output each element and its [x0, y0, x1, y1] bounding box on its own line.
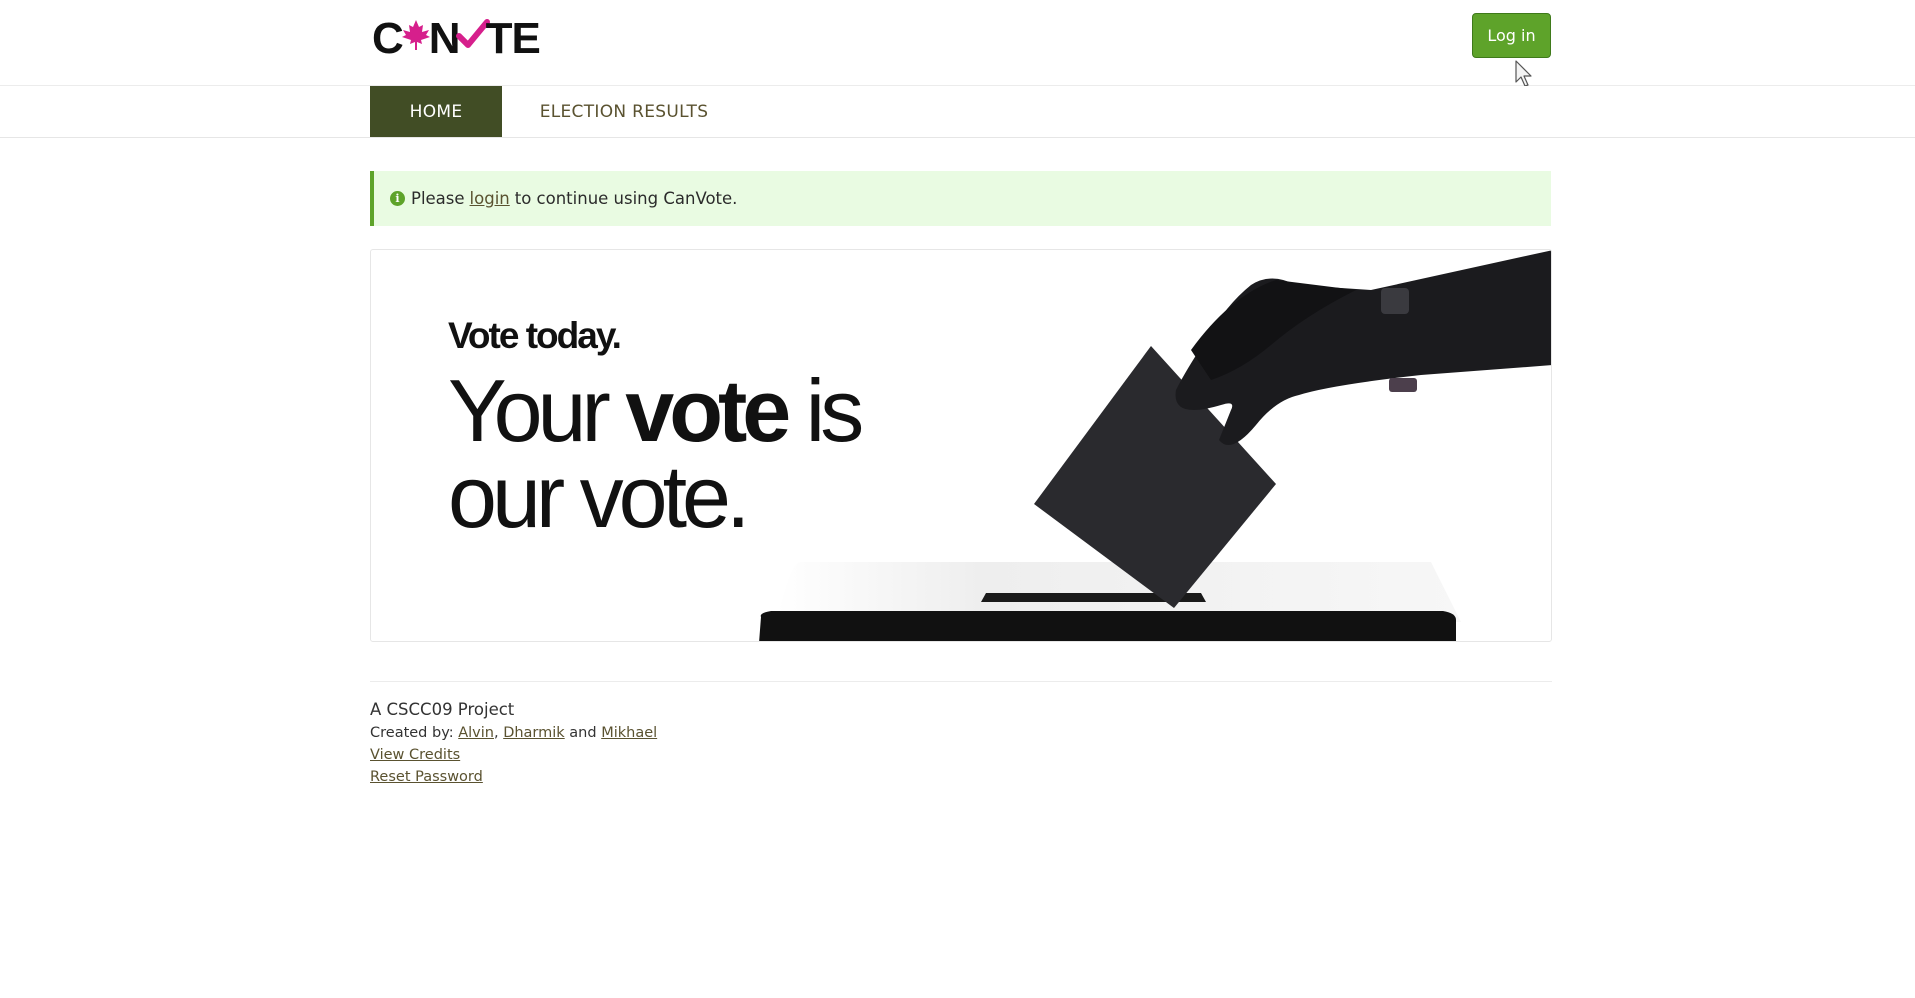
- footer-created-by: Created by: Alvin, Dharmik and Mikhael: [370, 725, 657, 741]
- alert-suffix: to continue using CanVote.: [514, 189, 738, 208]
- and-text: and: [569, 725, 597, 741]
- footer-divider: [370, 681, 1552, 682]
- info-icon: i: [390, 191, 405, 206]
- login-button[interactable]: Log in: [1472, 13, 1551, 58]
- author-separator: ,: [493, 725, 499, 741]
- hero-headline-our-vote: our vote.: [448, 447, 750, 546]
- nav-home[interactable]: HOME: [370, 86, 502, 137]
- hero-headline-your: Your: [448, 361, 611, 460]
- hero-banner: Vote today. Your vote is our vote.: [370, 249, 1552, 642]
- main-nav: HOME ELECTION RESULTS: [0, 86, 1915, 138]
- login-alert: i Please login to continue using CanVote…: [370, 171, 1551, 226]
- alert-login-link[interactable]: login: [470, 189, 510, 208]
- logo-text-te: TE: [485, 14, 541, 63]
- created-by-label: Created by:: [370, 725, 454, 741]
- hero-tagline: Vote today.: [448, 315, 622, 356]
- author-link-alvin[interactable]: Alvin: [458, 725, 494, 741]
- reset-password-link[interactable]: Reset Password: [370, 769, 657, 785]
- mouse-cursor-icon: [1515, 60, 1532, 87]
- footer-project: A CSCC09 Project: [370, 700, 515, 719]
- footer: A CSCC09 Project Created by: Alvin, Dhar…: [370, 700, 657, 791]
- checkmark-icon: [455, 17, 490, 62]
- hero-headline-is: is: [805, 361, 865, 460]
- top-bar: C N TE Log in: [0, 0, 1915, 87]
- maple-leaf-icon: [401, 19, 431, 60]
- hero-headline-vote: vote: [625, 361, 791, 460]
- alert-prefix: Please: [411, 189, 465, 208]
- logo-text-c: C: [372, 14, 404, 63]
- hero-headline: Your vote is our vote.: [448, 367, 864, 541]
- view-credits-link[interactable]: View Credits: [370, 747, 657, 763]
- canvote-logo[interactable]: C N TE: [372, 14, 541, 63]
- author-link-mikhael[interactable]: Mikhael: [601, 725, 657, 741]
- nav-election-results[interactable]: ELECTION RESULTS: [520, 86, 728, 137]
- author-link-dharmik[interactable]: Dharmik: [503, 725, 565, 741]
